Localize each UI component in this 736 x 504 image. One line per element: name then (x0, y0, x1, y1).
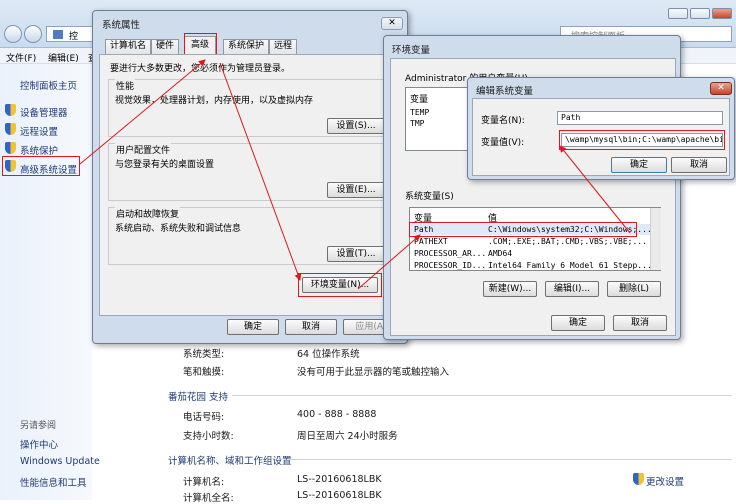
tab-computer-name[interactable]: 计算机名 (105, 39, 151, 54)
address-bar[interactable]: 控 (46, 26, 94, 42)
variable-name-field[interactable]: Path (557, 111, 723, 125)
pen-touch-value: 没有可用于此显示器的笔或触控输入 (297, 367, 450, 378)
support-heading: 番茄花园 支持 (168, 392, 229, 403)
performance-group: 性能 视觉效果，处理器计划，内存使用，以及虚拟内存 设置(S)... (108, 79, 392, 137)
path-row-highlight (409, 222, 637, 237)
performance-desc: 视觉效果，处理器计划，内存使用，以及虚拟内存 (115, 96, 314, 106)
dialog-title: 编辑系统变量 (476, 86, 534, 97)
close-window-button[interactable] (712, 8, 732, 19)
shield-icon (5, 104, 16, 116)
user-profiles-desc: 与您登录有关的桌面设置 (115, 160, 215, 170)
performance-settings-button[interactable]: 设置(S)... (327, 118, 385, 134)
edit-variable-button[interactable]: 编辑(I)... (545, 281, 599, 297)
close-icon[interactable]: ✕ (710, 82, 732, 95)
dialog-body: 变量名(N): Path 变量值(V): \wamp\mysql\bin;C:\… (472, 98, 730, 176)
ok-button[interactable]: 确定 (551, 315, 605, 331)
address-text: 控 (69, 32, 79, 42)
phone-value: 400 - 888 - 8888 (297, 409, 377, 420)
hours-value: 周日至周六 24小时服务 (297, 431, 398, 442)
computer-name-value: LS--20160618LBK (297, 474, 382, 485)
advanced-tab-highlight (184, 33, 217, 55)
row-name: PROCESSOR_AR... (414, 249, 487, 258)
user-profiles-group: 用户配置文件 与您登录有关的桌面设置 设置(E)... (108, 143, 392, 201)
env-button-highlight (298, 273, 382, 297)
link-control-panel-home[interactable]: 控制面板主页 (20, 78, 77, 92)
admin-note: 要进行大多数更改，您必须作为管理员登录。 (110, 64, 291, 74)
forward-button[interactable] (24, 25, 42, 43)
system-properties-dialog: 系统属性 ✕ 计算机名 硬件 高级 系统保护 远程 要进行大多数更改，您必须作为… (92, 10, 408, 344)
pen-touch-label: 笔和触摸: (183, 367, 225, 378)
system-type-value: 64 位操作系统 (297, 349, 360, 360)
close-icon[interactable]: ✕ (381, 17, 403, 30)
list-item[interactable]: TEMP (410, 108, 429, 117)
variable-value-label: 变量值(V): (481, 138, 525, 148)
column-header-variable: 变量 (410, 95, 429, 105)
link-system-protection[interactable]: 系统保护 (20, 143, 58, 157)
link-performance-info[interactable]: 性能信息和工具 (20, 475, 87, 489)
link-windows-update[interactable]: Windows Update (20, 456, 100, 467)
performance-title: 性能 (115, 79, 136, 92)
maximize-button[interactable] (690, 8, 710, 19)
table-row[interactable]: PATHEXT .COM;.EXE;.BAT;.CMD;.VBS;.VBE;..… (410, 236, 650, 247)
divider (232, 395, 732, 396)
row-value: AMD64 (488, 249, 513, 258)
cancel-button[interactable]: 取消 (613, 315, 667, 331)
tab-hardware[interactable]: 硬件 (151, 39, 179, 54)
link-change-settings[interactable]: 更改设置 (646, 474, 684, 488)
link-device-manager[interactable]: 设备管理器 (20, 105, 68, 119)
tab-panel: 要进行大多数更改，您必须作为管理员登录。 性能 视觉效果，处理器计划，内存使用，… (99, 54, 401, 316)
menu-file[interactable]: 文件(F) (6, 51, 36, 64)
shield-icon (633, 473, 644, 485)
ok-button[interactable]: 确定 (227, 319, 279, 335)
startup-settings-button[interactable]: 设置(T)... (327, 246, 385, 262)
variable-name-label: 变量名(N): (481, 116, 525, 126)
table-row[interactable]: PROCESSOR_ID... Intel64 Family 6 Model 6… (410, 260, 650, 271)
list-item[interactable]: TMP (410, 119, 424, 128)
startup-recovery-desc: 系统启动、系统失败和调试信息 (115, 224, 242, 234)
dialog-title: 系统属性 (102, 20, 141, 31)
dialog-title: 环境变量 (392, 45, 431, 56)
tab-remote[interactable]: 远程 (269, 39, 297, 54)
tab-system-protection[interactable]: 系统保护 (223, 39, 269, 54)
link-remote-settings[interactable]: 远程设置 (20, 124, 58, 138)
user-profiles-title: 用户配置文件 (115, 143, 172, 156)
phone-label: 电话号码: (183, 412, 225, 423)
full-name-value: LS--20160618LBK (297, 490, 382, 501)
shield-icon (5, 160, 16, 172)
shield-icon (5, 142, 16, 154)
full-name-label: 计算机全名: (183, 493, 234, 504)
new-variable-button[interactable]: 新建(W)... (483, 281, 537, 297)
table-row[interactable]: PROCESSOR_AR... AMD64 (410, 248, 650, 259)
system-type-label: 系统类型: (183, 349, 225, 360)
system-variables-list[interactable]: 变量 值 Path C:\Windows\system32;C:\Windows… (409, 207, 661, 271)
back-button[interactable] (4, 25, 22, 43)
ok-button[interactable]: 确定 (611, 157, 667, 173)
delete-variable-button[interactable]: 删除(L) (607, 281, 661, 297)
hours-label: 支持小时数: (183, 431, 234, 442)
value-field-highlight (559, 130, 725, 150)
system-variables-label: 系统变量(S) (405, 192, 454, 202)
computer-name-heading: 计算机名称、域和工作组设置 (168, 456, 292, 467)
row-value: Intel64 Family 6 Model 61 Stepp... (488, 261, 650, 270)
scrollbar[interactable] (650, 208, 661, 270)
link-advanced-system-settings[interactable]: 高级系统设置 (20, 162, 77, 176)
cancel-button[interactable]: 取消 (671, 157, 727, 173)
startup-recovery-group: 启动和故障恢复 系统启动、系统失败和调试信息 设置(T)... (108, 207, 392, 265)
row-value: .COM;.EXE;.BAT;.CMD;.VBS;.VBE;... (488, 237, 647, 246)
row-name: PROCESSOR_ID... (414, 261, 487, 270)
profile-settings-button[interactable]: 设置(E)... (327, 182, 385, 198)
menu-edit[interactable]: 编辑(E) (48, 51, 79, 64)
row-name: PATHEXT (414, 237, 448, 246)
startup-recovery-title: 启动和故障恢复 (115, 207, 181, 220)
computer-name-label: 计算机名: (183, 477, 225, 488)
divider (290, 459, 732, 460)
shield-icon (5, 123, 16, 135)
folder-icon (53, 30, 63, 39)
see-also-heading: 另请参阅 (20, 421, 57, 431)
cancel-button[interactable]: 取消 (285, 319, 337, 335)
edit-system-variable-dialog: 编辑系统变量 ✕ 变量名(N): Path 变量值(V): \wamp\mysq… (467, 77, 735, 180)
minimize-button[interactable] (668, 8, 688, 19)
link-action-center[interactable]: 操作中心 (20, 437, 58, 451)
